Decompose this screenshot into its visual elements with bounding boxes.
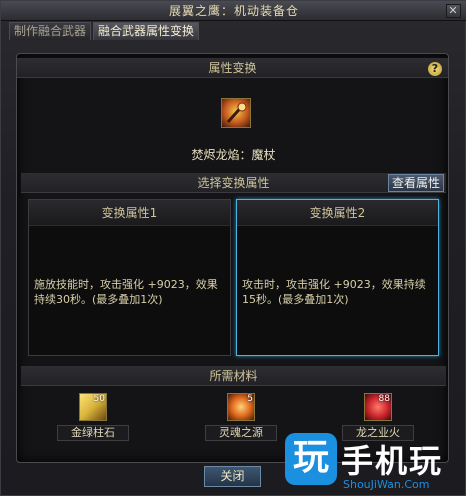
watermark-url: ShouJiWan.Com bbox=[343, 478, 430, 491]
materials-header: 所需材料 bbox=[21, 366, 446, 386]
tab-craft-fusion-weapon[interactable]: 制作融合武器 bbox=[9, 22, 92, 40]
watermark-text: 手机玩 bbox=[341, 442, 444, 480]
attribute-option-1-title: 变换属性1 bbox=[29, 200, 230, 226]
materials-header-label: 所需材料 bbox=[209, 369, 258, 383]
soul-icon: 5 bbox=[227, 393, 255, 421]
transform-header-label: 属性变换 bbox=[208, 61, 257, 75]
help-icon[interactable]: ? bbox=[428, 62, 442, 76]
close-button[interactable]: 关闭 bbox=[204, 466, 261, 487]
close-icon[interactable]: ✕ bbox=[446, 4, 461, 18]
window-titlebar[interactable]: 展翼之鹰：机动装备仓 ✕ bbox=[1, 1, 466, 21]
weapon-name: 焚烬龙焰：魔杖 bbox=[191, 148, 276, 162]
material-item[interactable]: 5 灵魂之源 bbox=[205, 393, 277, 441]
material-name: 灵魂之源 bbox=[205, 425, 277, 441]
watermark-glyph: 玩 bbox=[285, 433, 337, 485]
dragon-fire-icon: 88 bbox=[364, 393, 392, 421]
weapon-icon[interactable] bbox=[221, 98, 251, 128]
tab-attribute-transform[interactable]: 融合武器属性变换 bbox=[93, 22, 200, 40]
equipment-window: 展翼之鹰：机动装备仓 ✕ 制作融合武器 融合武器属性变换 属性变换 ? 焚烬龙焰… bbox=[0, 0, 466, 496]
watermark-logo: 玩 手机玩 ShouJiWan.Com bbox=[285, 433, 455, 495]
attribute-option-2[interactable]: 变换属性2 攻击时，攻击强化 +9023，效果持续15秒。(最多叠加1次) bbox=[236, 199, 439, 356]
main-panel: 属性变换 ? 焚烬龙焰：魔杖 选择变换属性 查看属性 变换属性1 施放技能时，攻… bbox=[16, 53, 449, 463]
select-header-label: 选择变换属性 bbox=[197, 176, 270, 190]
attribute-option-2-description: 攻击时，攻击强化 +9023，效果持续15秒。(最多叠加1次) bbox=[242, 278, 426, 306]
attribute-option-1[interactable]: 变换属性1 施放技能时，攻击强化 +9023，效果持续30秒。(最多叠加1次) bbox=[28, 199, 231, 356]
staff-icon bbox=[226, 102, 247, 123]
material-name: 金绿柱石 bbox=[57, 425, 129, 441]
gem-icon: 50 bbox=[79, 393, 107, 421]
window-title: 展翼之鹰：机动装备仓 bbox=[168, 4, 299, 18]
material-count: 50 bbox=[93, 394, 105, 404]
attribute-option-2-title: 变换属性2 bbox=[237, 200, 438, 226]
material-count: 88 bbox=[378, 394, 390, 404]
material-count: 5 bbox=[247, 394, 253, 404]
select-header: 选择变换属性 查看属性 bbox=[21, 173, 446, 193]
tab-bar: 制作融合武器 融合武器属性变换 bbox=[9, 22, 200, 40]
transform-header: 属性变换 ? bbox=[17, 58, 448, 78]
attribute-option-1-description: 施放技能时，攻击强化 +9023，效果持续30秒。(最多叠加1次) bbox=[34, 278, 218, 306]
material-item[interactable]: 50 金绿柱石 bbox=[57, 393, 129, 441]
view-attributes-button[interactable]: 查看属性 bbox=[387, 174, 444, 192]
